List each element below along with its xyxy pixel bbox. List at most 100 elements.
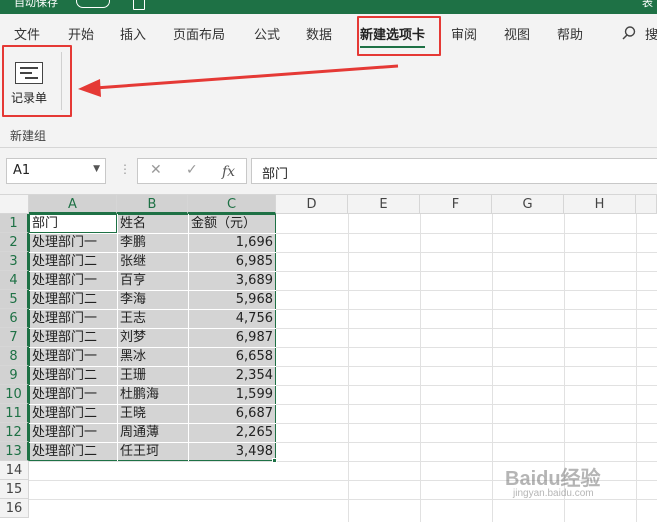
cell-name[interactable]: 王晓	[118, 404, 188, 423]
row-header-13[interactable]: 13	[0, 442, 29, 461]
cell-amount[interactable]: 6,985	[189, 252, 275, 271]
gridline	[420, 214, 421, 522]
row-header-2[interactable]: 2	[0, 233, 29, 252]
row-header-9[interactable]: 9	[0, 366, 29, 385]
row-header-4[interactable]: 4	[0, 271, 29, 290]
tab-formulas[interactable]: 公式	[254, 24, 280, 43]
row-header-5[interactable]: 5	[0, 290, 29, 309]
cell-dept[interactable]: 处理部门一	[30, 309, 116, 328]
name-box-value: A1	[13, 163, 31, 178]
tab-insert[interactable]: 插入	[120, 24, 146, 43]
select-all-corner[interactable]	[0, 195, 29, 214]
cell-amount[interactable]: 4,756	[189, 309, 275, 328]
tab-view[interactable]: 视图	[504, 24, 530, 43]
row-header-3[interactable]: 3	[0, 252, 29, 271]
gridline	[348, 214, 349, 522]
cell-name[interactable]: 刘梦	[118, 328, 188, 347]
cell-amount[interactable]: 6,658	[189, 347, 275, 366]
row-header-6[interactable]: 6	[0, 309, 29, 328]
row-header-1[interactable]: 1	[0, 214, 29, 233]
cell-dept[interactable]: 处理部门二	[30, 442, 116, 461]
cell-dept[interactable]: 处理部门二	[30, 404, 116, 423]
cell-name[interactable]: 百亨	[118, 271, 188, 290]
formula-input[interactable]: 部门	[251, 158, 657, 184]
column-header-g[interactable]: G	[492, 195, 564, 214]
row-header-7[interactable]: 7	[0, 328, 29, 347]
window-title: 表	[642, 0, 653, 9]
cell-b1[interactable]: 姓名	[118, 214, 188, 233]
ribbon-panel: 记录单 新建组	[0, 52, 657, 148]
cell-dept[interactable]: 处理部门二	[30, 252, 116, 271]
cell-name[interactable]: 张继	[118, 252, 188, 271]
cell-amount[interactable]: 2,265	[189, 423, 275, 442]
cell-dept[interactable]: 处理部门一	[30, 271, 116, 290]
cell-dept[interactable]: 处理部门二	[30, 290, 116, 309]
search-icon[interactable]	[622, 26, 636, 40]
save-icon[interactable]	[133, 0, 145, 10]
cell-name[interactable]: 周通薄	[118, 423, 188, 442]
search-label[interactable]: 搜	[645, 24, 657, 43]
column-header-d[interactable]: D	[276, 195, 348, 214]
column-header-h[interactable]: H	[564, 195, 636, 214]
cell-dept[interactable]: 处理部门二	[30, 328, 116, 347]
tab-file[interactable]: 文件	[14, 24, 40, 43]
cell-a1[interactable]: 部门	[30, 214, 116, 233]
row-header-11[interactable]: 11	[0, 404, 29, 423]
autosave-label: 自动保存	[14, 0, 58, 9]
cell-amount[interactable]: 5,968	[189, 290, 275, 309]
row-header-16[interactable]: 16	[0, 499, 29, 518]
watermark-main: Baidu经验	[505, 468, 601, 490]
watermark: Baidu经验 jingyan.baidu.com	[505, 462, 645, 506]
cell-amount[interactable]: 2,354	[189, 366, 275, 385]
cell-amount[interactable]: 6,987	[189, 328, 275, 347]
tab-data[interactable]: 数据	[306, 24, 332, 43]
cell-c1[interactable]: 金额（元）	[189, 214, 275, 233]
formula-bar: A1 ▼ ⋮ ✕ ✓ fx 部门	[0, 148, 657, 195]
column-header-e[interactable]: E	[348, 195, 420, 214]
name-box[interactable]: A1 ▼	[6, 158, 106, 184]
cell-name[interactable]: 王志	[118, 309, 188, 328]
cell-name[interactable]: 王珊	[118, 366, 188, 385]
column-header-f[interactable]: F	[420, 195, 492, 214]
row-header-15[interactable]: 15	[0, 480, 29, 499]
row-header-14[interactable]: 14	[0, 461, 29, 480]
cell-amount[interactable]: 1,696	[189, 233, 275, 252]
cell-dept[interactable]: 处理部门一	[30, 423, 116, 442]
column-header-b[interactable]: B	[117, 195, 188, 214]
cell-dept[interactable]: 处理部门二	[30, 366, 116, 385]
chevron-down-icon[interactable]: ▼	[93, 164, 100, 174]
fill-handle[interactable]	[272, 458, 277, 463]
cell-dept[interactable]: 处理部门一	[30, 347, 116, 366]
cell-amount[interactable]: 3,689	[189, 271, 275, 290]
column-header-c[interactable]: C	[188, 195, 276, 214]
formula-buttons: ✕ ✓ fx	[137, 158, 247, 184]
watermark-sub: jingyan.baidu.com	[513, 488, 594, 499]
cell-name[interactable]: 杜鹏海	[118, 385, 188, 404]
tab-home[interactable]: 开始	[68, 24, 94, 43]
tab-page-layout[interactable]: 页面布局	[173, 24, 225, 43]
column-header-a[interactable]: A	[29, 195, 117, 214]
row-header-10[interactable]: 10	[0, 385, 29, 404]
cell-amount[interactable]: 6,687	[189, 404, 275, 423]
row-header-8[interactable]: 8	[0, 347, 29, 366]
cell-name[interactable]: 李海	[118, 290, 188, 309]
cell-amount[interactable]: 3,498	[189, 442, 275, 461]
tab-help[interactable]: 帮助	[557, 24, 583, 43]
row-header-12[interactable]: 12	[0, 423, 29, 442]
column-header-partial[interactable]	[636, 195, 657, 214]
cell-name[interactable]: 任王珂	[118, 442, 188, 461]
gridline	[492, 214, 493, 522]
cell-amount[interactable]: 1,599	[189, 385, 275, 404]
cell-dept[interactable]: 处理部门一	[30, 233, 116, 252]
cancel-icon[interactable]: ✕	[150, 162, 162, 178]
confirm-icon[interactable]: ✓	[186, 162, 198, 178]
cell-name[interactable]: 李鹏	[118, 233, 188, 252]
more-icon[interactable]: ⋮	[119, 162, 131, 176]
annotation-box-button	[2, 45, 72, 117]
autosave-toggle[interactable]	[76, 0, 110, 8]
cell-dept[interactable]: 处理部门一	[30, 385, 116, 404]
tab-review[interactable]: 审阅	[451, 24, 477, 43]
cell-name[interactable]: 黑冰	[118, 347, 188, 366]
insert-function-icon[interactable]: fx	[222, 164, 235, 180]
annotation-box-tab	[357, 16, 441, 56]
